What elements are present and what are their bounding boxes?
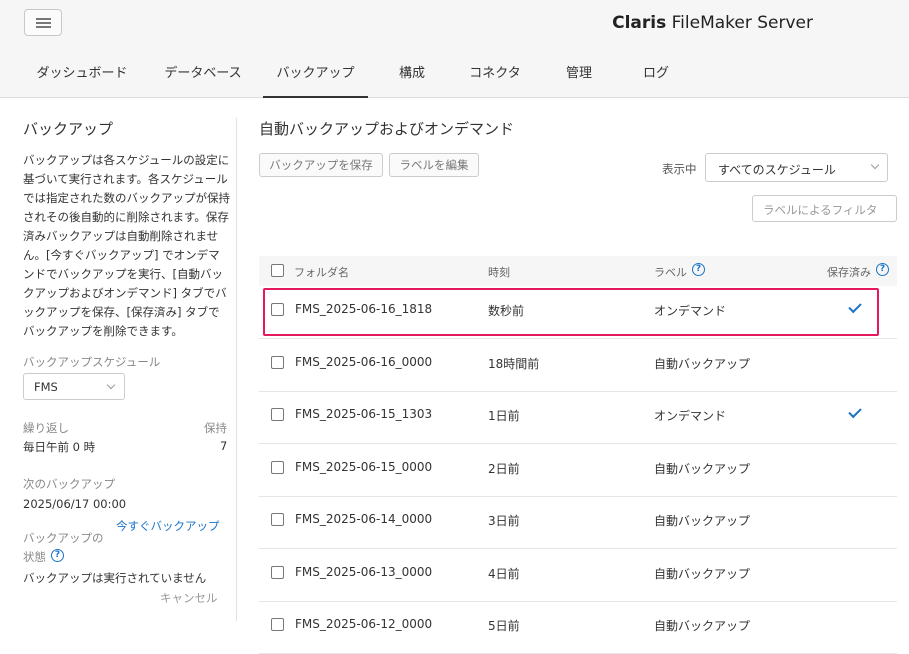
saved-check-icon <box>848 404 862 419</box>
save-backup-button[interactable]: バックアップを保存 <box>259 153 383 177</box>
hamburger-icon-line <box>36 26 51 28</box>
folder-name: FMS_2025-06-15_1303 <box>295 407 433 421</box>
backup-now-link[interactable]: 今すぐバックアップ <box>116 518 220 534</box>
saved-check-icon <box>848 299 862 314</box>
backup-status-value: バックアップは実行されていません <box>23 571 207 585</box>
edit-label-button[interactable]: ラベルを編集 <box>389 153 479 177</box>
top-bar: Claris FileMaker Server <box>0 0 909 48</box>
hamburger-icon-line <box>36 18 51 20</box>
table-row[interactable]: FMS_2025-06-15_0000 2日前 自動バックアップ <box>259 444 897 497</box>
backup-time: 4日前 <box>488 566 520 581</box>
table-row[interactable]: FMS_2025-06-14_0000 3日前 自動バックアップ <box>259 496 897 549</box>
page-title: 自動バックアップおよびオンデマンド <box>259 120 515 138</box>
chevron-down-icon <box>870 160 880 170</box>
keep-label: 保持 <box>204 421 227 435</box>
backup-time: 3日前 <box>488 514 520 528</box>
column-saved[interactable]: 保存済み <box>827 264 871 280</box>
row-checkbox[interactable] <box>271 513 284 526</box>
chevron-down-icon <box>106 380 116 390</box>
cancel-button[interactable]: キャンセル <box>160 590 218 606</box>
tab-connectors[interactable]: コネクタ <box>462 48 528 98</box>
table-row[interactable]: FMS_2025-06-16_1818 数秒前 オンデマンド <box>259 286 897 339</box>
main-nav: ダッシュボード データベース バックアップ 構成 コネクタ 管理 ログ <box>0 48 909 98</box>
repeat-value: 毎日午前 0 時 <box>23 440 96 454</box>
row-checkbox[interactable] <box>271 303 284 316</box>
row-checkbox[interactable] <box>271 565 284 579</box>
schedule-label: バックアップスケジュール <box>23 355 161 369</box>
sidebar-divider <box>236 118 237 621</box>
table-row[interactable]: FMS_2025-06-12_0000 5日前 自動バックアップ <box>259 601 897 654</box>
folder-name: FMS_2025-06-16_0000 <box>295 354 433 369</box>
tab-logs[interactable]: ログ <box>634 48 678 98</box>
column-label[interactable]: ラベル <box>654 264 687 280</box>
tab-dashboard[interactable]: ダッシュボード <box>27 48 137 98</box>
backup-status-label-2: 状態 <box>23 550 46 564</box>
row-checkbox[interactable] <box>271 355 284 369</box>
backup-label: 自動バックアップ <box>654 356 751 371</box>
help-icon[interactable]: ? <box>692 263 705 276</box>
table-header: フォルダ名 時刻 ラベル ? 保存済み ? <box>259 256 897 286</box>
row-checkbox[interactable] <box>271 408 284 421</box>
tab-configuration[interactable]: 構成 <box>390 48 434 98</box>
backup-label: 自動バックアップ <box>654 566 751 581</box>
next-backup-value: 2025/06/17 00:00 <box>23 497 127 511</box>
hamburger-icon-line <box>36 22 51 24</box>
repeat-label: 繰り返し <box>23 421 69 435</box>
show-label: 表示中 <box>662 162 697 176</box>
column-folder[interactable]: フォルダ名 <box>294 264 349 280</box>
backup-label: 自動バックアップ <box>654 514 751 528</box>
brand-logo: Claris FileMaker Server <box>612 13 813 33</box>
hamburger-menu-button[interactable] <box>24 9 62 36</box>
row-checkbox[interactable] <box>271 618 284 631</box>
table-row[interactable]: FMS_2025-06-13_0000 4日前 自動バックアップ <box>259 549 897 602</box>
table-row[interactable]: FMS_2025-06-16_0000 18時間前 自動バックアップ <box>259 339 897 392</box>
backup-time: 18時間前 <box>488 356 540 371</box>
backup-time: 2日前 <box>488 461 520 476</box>
keep-value: 7 <box>220 439 228 453</box>
tab-administration[interactable]: 管理 <box>557 48 601 98</box>
backup-label: 自動バックアップ <box>654 619 751 633</box>
backup-time: 1日前 <box>488 409 520 423</box>
backup-status-label: バックアップの <box>23 531 104 545</box>
folder-name: FMS_2025-06-13_0000 <box>295 564 433 579</box>
table-row[interactable]: FMS_2025-06-15_1303 1日前 オンデマンド <box>259 391 897 444</box>
backup-time: 5日前 <box>488 619 520 633</box>
help-icon[interactable]: ? <box>51 549 64 562</box>
folder-name: FMS_2025-06-15_0000 <box>295 459 433 474</box>
schedule-select-value: FMS <box>34 380 58 394</box>
schedule-filter-value: すべてのスケジュール <box>718 163 836 177</box>
column-time[interactable]: 時刻 <box>488 264 510 280</box>
help-icon[interactable]: ? <box>876 263 889 276</box>
folder-name: FMS_2025-06-14_0000 <box>295 512 433 526</box>
backup-label: オンデマンド <box>654 304 727 318</box>
sidebar-title: バックアップ <box>23 120 114 138</box>
backup-label: 自動バックアップ <box>654 461 751 476</box>
backup-label: オンデマンド <box>654 409 727 423</box>
select-all-checkbox[interactable] <box>271 264 284 277</box>
tab-backups[interactable]: バックアップ <box>263 48 368 98</box>
backup-time: 数秒前 <box>488 304 525 318</box>
next-backup-label: 次のバックアップ <box>23 477 115 491</box>
schedule-select[interactable]: FMS <box>23 373 125 400</box>
schedule-filter-select[interactable]: すべてのスケジュール <box>705 153 888 182</box>
tab-databases[interactable]: データベース <box>155 48 251 98</box>
row-checkbox[interactable] <box>271 460 284 474</box>
sidebar-description: バックアップは各スケジュールの設定に基づいて実行されます。各スケジュールでは指定… <box>23 153 230 338</box>
folder-name: FMS_2025-06-16_1818 <box>295 302 433 316</box>
label-filter-input[interactable]: ラベルによるフィルタ <box>752 195 897 222</box>
folder-name: FMS_2025-06-12_0000 <box>295 617 433 631</box>
